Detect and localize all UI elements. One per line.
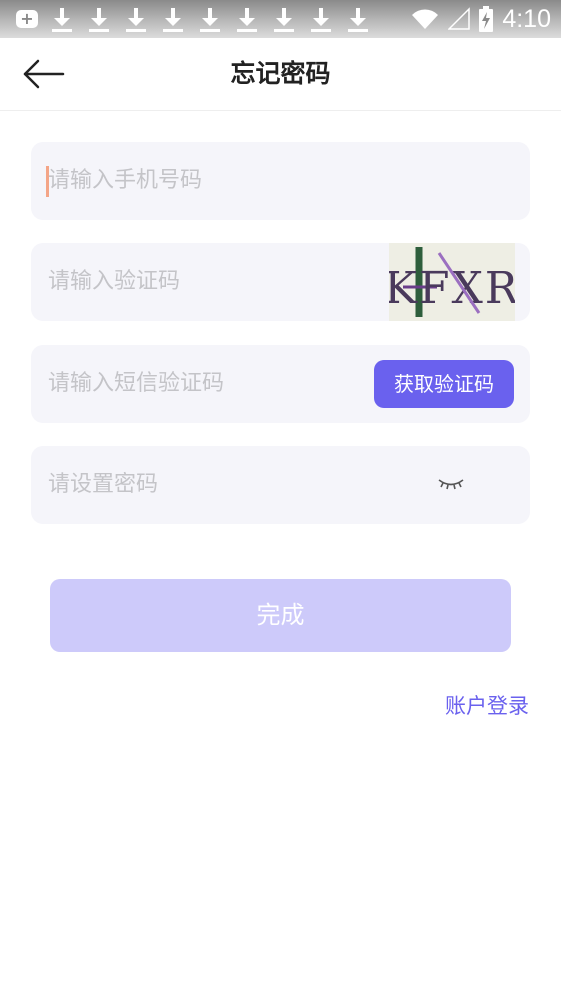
download-icon (234, 6, 260, 32)
phone-placeholder: 请输入手机号码 (48, 168, 203, 193)
get-code-button[interactable]: 获取验证码 (374, 360, 514, 408)
sms-code-field[interactable]: 请输入短信验证码 获取验证码 (31, 345, 530, 423)
download-icon (308, 6, 334, 32)
signal-icon (448, 7, 471, 30)
download-icon (345, 6, 371, 32)
battery-charging-icon (479, 6, 494, 32)
add-box-icon: + (16, 10, 38, 28)
download-icon (86, 6, 112, 32)
download-icon (197, 6, 223, 32)
captcha-placeholder: 请输入验证码 (48, 269, 181, 294)
arrow-left-icon[interactable] (22, 58, 66, 90)
top-bar: 忘记密码 (0, 38, 561, 111)
eye-closed-icon[interactable] (436, 474, 466, 494)
download-icon (123, 6, 149, 32)
done-button[interactable]: 完成 (50, 579, 511, 652)
clock: 4:10 (502, 4, 551, 33)
page-title: 忘记密码 (230, 59, 331, 88)
password-placeholder: 请设置密码 (48, 472, 159, 497)
captcha-field[interactable]: 请输入验证码 KFXR (31, 243, 530, 321)
captcha-image[interactable]: KFXR (389, 243, 515, 321)
sms-code-placeholder: 请输入短信验证码 (48, 371, 225, 396)
account-login-link[interactable]: 账户登录 (445, 690, 529, 720)
system-status: 4:10 (410, 4, 551, 34)
download-icon (160, 6, 186, 32)
password-field[interactable]: 请设置密码 (31, 446, 530, 524)
status-bar: + 4:10 (0, 0, 561, 38)
download-icon (271, 6, 297, 32)
wifi-icon (412, 9, 439, 29)
notification-icons: + (16, 6, 371, 32)
download-icon (49, 6, 75, 32)
phone-field[interactable]: 请输入手机号码 (31, 142, 530, 220)
